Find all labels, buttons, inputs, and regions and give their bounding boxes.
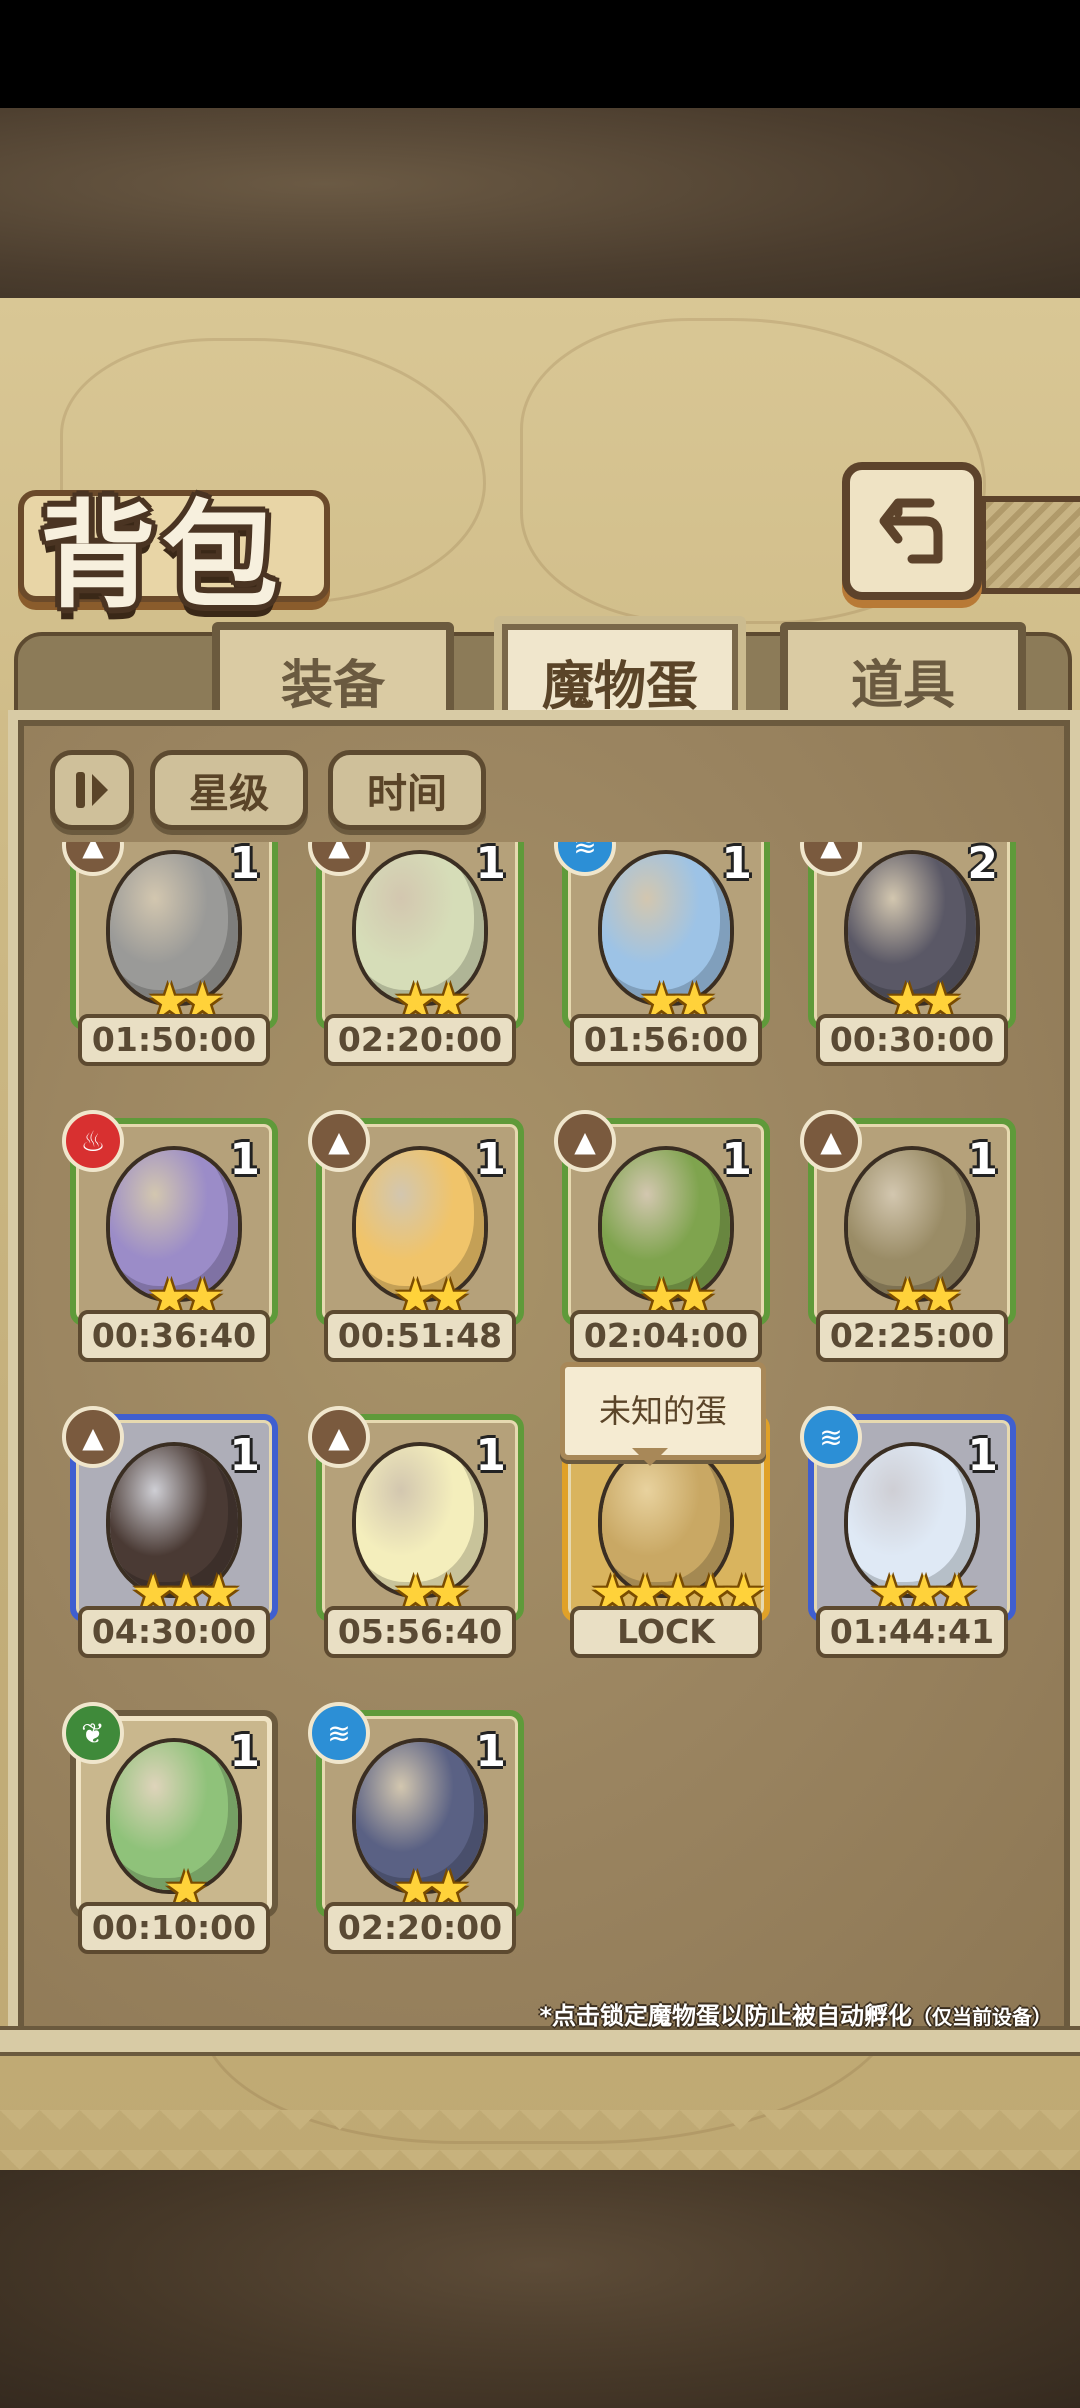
back-button[interactable] [842, 462, 982, 600]
egg-card[interactable]: 1 ★★★ ▲ 04:30:00 [62, 1406, 278, 1658]
fire-element-icon: ♨ [62, 1110, 124, 1172]
lock-hint-text: *点击锁定魔物蛋以防止被自动孵化（仅当前设备） [539, 1996, 1052, 2031]
unknown-egg-tooltip: 未知的蛋 [560, 1362, 766, 1460]
egg-count: 1 [721, 842, 752, 889]
egg-count: 1 [475, 842, 506, 889]
egg-card[interactable]: 2 ★★ ▲ 00:30:00 [800, 842, 1016, 1066]
egg-count: 1 [229, 842, 260, 889]
page-title: 背包 [40, 489, 284, 624]
egg-hatch-timer: 00:36:40 [78, 1310, 270, 1362]
egg-hatch-timer: 02:04:00 [570, 1310, 762, 1362]
lock-hint-main: *点击锁定魔物蛋以防止被自动孵化 [539, 2002, 912, 2030]
egg-count: 1 [475, 1430, 506, 1481]
egg-card[interactable]: 1 ★★ ▲ 00:51:48 [308, 1110, 524, 1362]
tab-label: 装备 [280, 655, 385, 716]
egg-hatch-timer: 01:44:41 [816, 1606, 1008, 1658]
egg-count: 1 [475, 1726, 506, 1777]
egg-card[interactable]: 1 ★★ ▲ 02:25:00 [800, 1110, 1016, 1362]
egg-card[interactable]: 1 ★★ ▲ 02:20:00 [308, 842, 524, 1066]
map-background-bottom [0, 2170, 1080, 2408]
water-element-icon: ≋ [800, 1406, 862, 1468]
egg-hatch-timer: 02:20:00 [324, 1014, 516, 1066]
egg-count: 1 [475, 1134, 506, 1185]
egg-hatch-timer: 01:56:00 [570, 1014, 762, 1066]
egg-count: 1 [229, 1430, 260, 1481]
egg-count: 1 [721, 1134, 752, 1185]
egg-count: 2 [967, 842, 998, 889]
earth-element-icon: ▲ [308, 1110, 370, 1172]
egg-hatch-timer: 02:25:00 [816, 1310, 1008, 1362]
egg-count: 1 [229, 1726, 260, 1777]
back-button-rail [980, 496, 1080, 594]
egg-hatch-timer: 00:10:00 [78, 1902, 270, 1954]
egg-hatch-timer: 04:30:00 [78, 1606, 270, 1658]
tab-label: 魔物蛋 [541, 656, 698, 717]
water-element-icon: ≋ [308, 1702, 370, 1764]
earth-element-icon: ▲ [62, 1406, 124, 1468]
earth-element-icon: ▲ [554, 1110, 616, 1172]
sort-order-icon [76, 772, 108, 808]
egg-hatch-timer: 01:50:00 [78, 1014, 270, 1066]
egg-count: 1 [967, 1134, 998, 1185]
parchment-edge [0, 2110, 1080, 2170]
sort-order-button[interactable] [50, 750, 134, 830]
egg-hatch-timer: 00:30:00 [816, 1014, 1008, 1066]
status-bar [0, 0, 1080, 108]
egg-hatch-timer: 05:56:40 [324, 1606, 516, 1658]
sort-by-stars-button[interactable]: 星级 [150, 750, 308, 830]
egg-grid: 1 ★★ ▲ 01:50:00 1 ★★ ▲ 02:20:00 1 ★★ ≋ 01:56:00 2 ★★ ▲… [60, 842, 1020, 1972]
lock-hint-device: （仅当前设备） [912, 2005, 1052, 2029]
egg-card[interactable]: 1 ★★ ▲ 01:50:00 [62, 842, 278, 1066]
egg-card[interactable]: 1 ★★★ ≋ 01:44:41 [800, 1406, 1016, 1658]
egg-card[interactable]: 1 ★★ ≋ 01:56:00 [554, 842, 770, 1066]
egg-hatch-timer: 00:51:48 [324, 1310, 516, 1362]
egg-lock-label: LOCK [570, 1606, 762, 1658]
egg-card[interactable]: 1 ★★ ♨ 00:36:40 [62, 1110, 278, 1362]
tab-label: 道具 [850, 655, 955, 716]
sort-by-time-label: 时间 [367, 771, 447, 817]
egg-card[interactable]: 1 ★★ ≋ 02:20:00 [308, 1702, 524, 1954]
egg-card[interactable]: 1 ★ ❦ 00:10:00 [62, 1702, 278, 1954]
egg-card[interactable]: 1 ★★ ▲ 05:56:40 [308, 1406, 524, 1658]
earth-element-icon: ▲ [800, 1110, 862, 1172]
egg-count: 1 [229, 1134, 260, 1185]
map-background-top [0, 108, 1080, 298]
plant-element-icon: ❦ [62, 1702, 124, 1764]
sort-by-stars-label: 星级 [189, 771, 269, 817]
sort-by-time-button[interactable]: 时间 [328, 750, 486, 830]
earth-element-icon: ▲ [308, 1406, 370, 1468]
egg-count: 1 [967, 1430, 998, 1481]
egg-hatch-timer: 02:20:00 [324, 1902, 516, 1954]
back-arrow-icon [879, 498, 943, 564]
tooltip-tail [632, 1448, 668, 1466]
egg-card[interactable]: 1 ★★ ▲ 02:04:00 [554, 1110, 770, 1362]
